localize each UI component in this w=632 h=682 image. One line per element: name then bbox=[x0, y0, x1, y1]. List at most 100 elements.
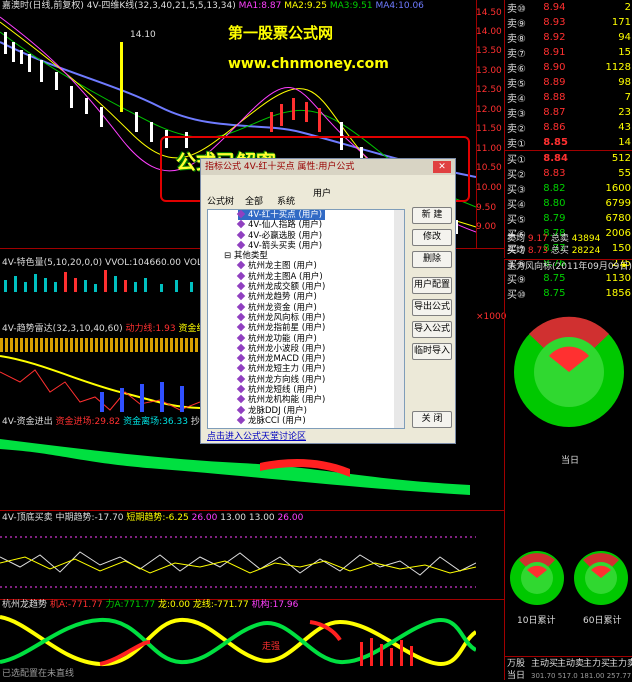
tab-user[interactable]: 用户 bbox=[313, 189, 331, 200]
orderbook-volume: 94 bbox=[587, 30, 632, 45]
orderbook-row: 买④8.806799 bbox=[505, 196, 632, 211]
orderbook-row: 买⑤8.796780 bbox=[505, 211, 632, 226]
tree-item-17[interactable]: 杭州龙短线 (用户) bbox=[238, 385, 325, 395]
orderbook-row: 买①8.84512 bbox=[505, 151, 632, 167]
jin-value: 资金进场:29.82 bbox=[55, 417, 120, 427]
export-button[interactable]: 导出公式 bbox=[412, 299, 452, 316]
ma4-label: MA4:10.06 bbox=[375, 1, 423, 11]
chart-title: 嘉澳时(日线,前复权) 4V-四维K线(32,3,40,21,5,5,13,34… bbox=[2, 1, 236, 11]
tree-folder-other[interactable]: ⊟ 其他类型 bbox=[224, 251, 325, 261]
orderbook-price: 8.85 bbox=[541, 135, 586, 151]
ma1-label: MA1:8.87 bbox=[239, 1, 282, 11]
tab-tree[interactable]: 公式树 bbox=[207, 197, 234, 208]
jiqiang-label: 走强 bbox=[262, 642, 280, 653]
tree-item-10[interactable]: 杭州龙风向标 (用户) bbox=[238, 313, 325, 323]
tick-1000: 10.00 bbox=[476, 183, 504, 193]
tree-item-2[interactable]: 4V-必赢选股 (用户) bbox=[238, 231, 325, 241]
jinchu-label: 4V-资金进出 bbox=[2, 417, 53, 427]
forum-link[interactable]: 点击进入公式天堂讨论区 bbox=[207, 432, 306, 443]
bottom-tab-4[interactable]: 主力卖 bbox=[609, 659, 632, 670]
tree-item-11[interactable]: 杭州龙指前星 (用户) bbox=[238, 323, 325, 333]
orderbook-volume: 512 bbox=[587, 151, 632, 167]
dilan-v4: 26.00 bbox=[278, 513, 304, 523]
tree-item-6[interactable]: 杭州龙主图A (用户) bbox=[238, 272, 325, 282]
close-icon[interactable]: ✕ bbox=[433, 161, 451, 173]
tree-item-15[interactable]: 杭州龙短主力 (用户) bbox=[238, 364, 325, 374]
longs-pane[interactable]: 杭州龙趋势 机A:-771.77 力A:771.77 龙:0.00 龙线:-77… bbox=[0, 600, 504, 680]
order-book: 卖⑩8.942卖⑨8.93171卖⑧8.9294卖⑦8.9115卖⑥8.9011… bbox=[504, 0, 632, 258]
tree-item-9[interactable]: 杭州龙资金 (用户) bbox=[238, 303, 325, 313]
tree-item-16[interactable]: 杭州龙方向线 (用户) bbox=[238, 375, 325, 385]
orderbook-row: 卖⑩8.942 bbox=[505, 0, 632, 15]
tree-item-20[interactable]: 龙脉CCI (用户) bbox=[238, 416, 325, 426]
bottom-tab-2[interactable]: 主动卖 bbox=[557, 659, 584, 670]
trend-lines bbox=[0, 352, 200, 416]
orderbook-row: 卖⑧8.9294 bbox=[505, 30, 632, 45]
duan-value: 短期趋势:-6.25 bbox=[126, 513, 188, 523]
dilan-pane[interactable]: 4V-顶底买卖 中期趋势:-17.70 短期趋势:-6.25 26.00 13.… bbox=[0, 511, 504, 599]
formula-tree[interactable]: 4V-红十买点 (用户) 4V-仙人指路 (用户) 4V-必赢选股 (用户) 4… bbox=[207, 209, 405, 429]
temp-import-button[interactable]: 临时导入 bbox=[412, 343, 452, 360]
orderbook-volume: 7 bbox=[587, 90, 632, 105]
import-button[interactable]: 导入公式 bbox=[412, 321, 452, 338]
bottom-tab-0[interactable]: 万股 bbox=[507, 659, 525, 670]
orderbook-volume: 1128 bbox=[587, 60, 632, 75]
tree-item-14[interactable]: 杭州龙MACD (用户) bbox=[238, 354, 325, 364]
trend-label: 4V-趋势雷达(32,3,10,40,60) bbox=[2, 324, 123, 334]
orderbook-price: 8.91 bbox=[541, 45, 586, 60]
tree-scrollbar[interactable] bbox=[394, 210, 404, 428]
bottom-row-label: 当日 bbox=[507, 671, 525, 682]
tab-all[interactable]: 全部 bbox=[245, 197, 263, 208]
tree-item-12[interactable]: 杭州龙功能 (用户) bbox=[238, 334, 325, 344]
flow-panel: 主力风向标(2011年09月09日) ★ 当日 10日累计 60日累计 万股 主… bbox=[504, 259, 632, 680]
tree-item-19[interactable]: 龙脉DDJ (用户) bbox=[238, 406, 325, 416]
long-value: 龙:0.00 bbox=[158, 600, 190, 610]
edit-button[interactable]: 修改 bbox=[412, 229, 452, 246]
bottom-tab-3[interactable]: 主力买 bbox=[583, 659, 610, 670]
dialog-titlebar: 指标公式 4V-红十买点 属性:用户公式 bbox=[201, 159, 455, 175]
tree-item-13[interactable]: 杭州龙小波段 (用户) bbox=[238, 344, 325, 354]
orderbook-volume: 2 bbox=[587, 0, 632, 15]
tick-900: 9.00 bbox=[476, 222, 504, 232]
flow-10d-label: 10日累计 bbox=[517, 616, 555, 627]
tick-1400: 14.00 bbox=[476, 27, 504, 37]
orderbook-volume: 23 bbox=[587, 105, 632, 120]
orderbook-label: 买② bbox=[505, 166, 541, 181]
tick-1050: 10.50 bbox=[476, 163, 504, 173]
tree-item-0[interactable]: 4V-红十买点 (用户) bbox=[238, 210, 325, 220]
tree-item-18[interactable]: 杭州龙机构能 (用户) bbox=[238, 395, 325, 405]
bottom-row-values: 301.70 517.0 181.00 257.77 bbox=[531, 671, 631, 682]
tab-system[interactable]: 系统 bbox=[277, 197, 295, 208]
orderbook-row: 卖⑦8.9115 bbox=[505, 45, 632, 60]
new-button[interactable]: 新 建 bbox=[412, 207, 452, 224]
tree-item-1[interactable]: 4V-仙人指路 (用户) bbox=[238, 220, 325, 230]
flow-60d-chart bbox=[573, 550, 629, 606]
dilan-lines bbox=[0, 527, 476, 599]
lia-value: 力A:771.77 bbox=[106, 600, 156, 610]
orderbook-price: 8.82 bbox=[541, 181, 586, 196]
tree-item-3[interactable]: 4V-箭头买卖 (用户) bbox=[238, 241, 325, 251]
close-button[interactable]: 关 闭 bbox=[412, 411, 452, 428]
formula-dialog[interactable]: 指标公式 4V-红十买点 属性:用户公式 ✕ 公式树 全部 系统 用户 4V-红… bbox=[200, 158, 456, 444]
dilan-v3: 13.00 bbox=[249, 513, 275, 523]
delete-button[interactable]: 删除 bbox=[412, 251, 452, 268]
tree-item-5[interactable]: 杭州龙主图 (用户) bbox=[238, 261, 325, 271]
orderbook-price: 8.83 bbox=[541, 166, 586, 181]
tick-950: 9.50 bbox=[476, 203, 504, 213]
bottom-tab-1[interactable]: 主动买 bbox=[531, 659, 558, 670]
orderbook-price: 8.94 bbox=[541, 0, 586, 15]
orderbook-row: 卖③8.8723 bbox=[505, 105, 632, 120]
orderbook-price: 8.88 bbox=[541, 90, 586, 105]
tree-item-7[interactable]: 杭州龙成交额 (用户) bbox=[238, 282, 325, 292]
orderbook-price: 8.86 bbox=[541, 120, 586, 135]
orderbook-volume: 1600 bbox=[587, 181, 632, 196]
tree-item-8[interactable]: 杭州龙趋势 (用户) bbox=[238, 292, 325, 302]
star-icon[interactable]: ★ bbox=[620, 261, 628, 271]
vol-unit: ×1000 bbox=[476, 312, 504, 322]
tick-1350: 13.50 bbox=[476, 46, 504, 56]
user-config-button[interactable]: 用户配置 bbox=[412, 277, 452, 294]
orderbook-price: 8.92 bbox=[541, 30, 586, 45]
tick-1150: 11.50 bbox=[476, 124, 504, 134]
orderbook-label: 买① bbox=[505, 151, 541, 167]
tick-1100: 11.00 bbox=[476, 144, 504, 154]
